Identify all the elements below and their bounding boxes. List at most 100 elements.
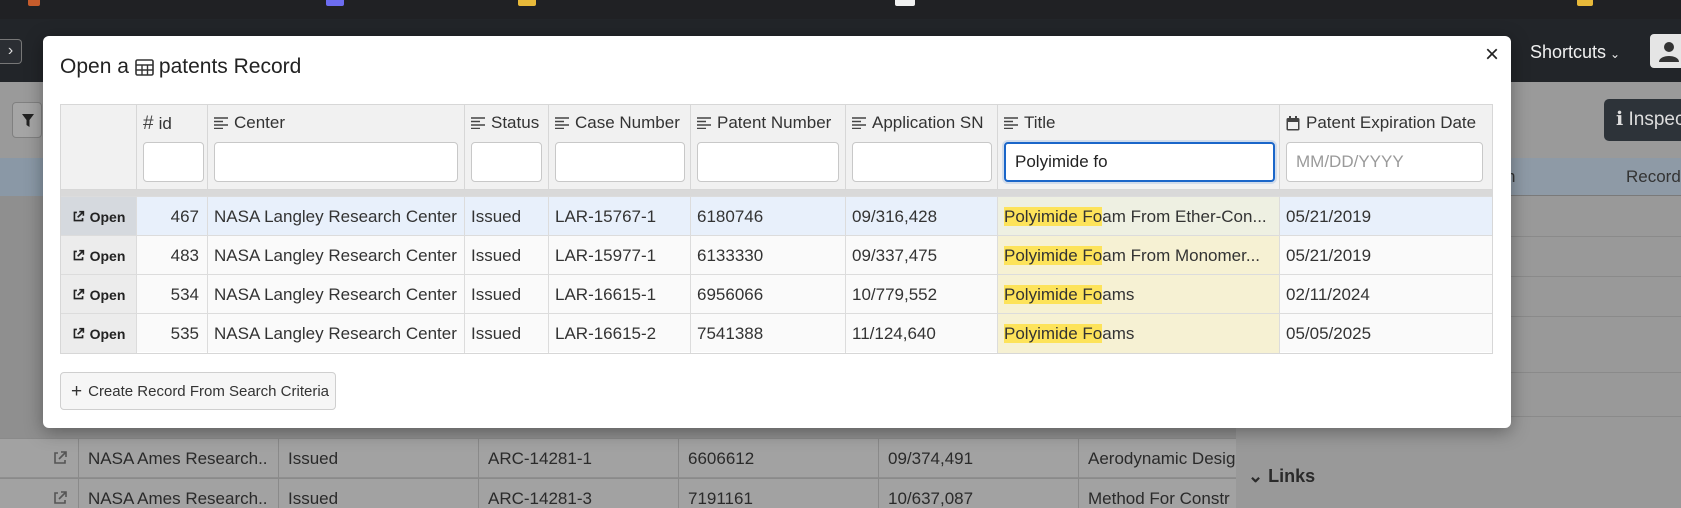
external-link-icon [73, 327, 84, 339]
grid-header: # id Center Status Case Number Patent Num… [61, 105, 1492, 190]
tab-favicon[interactable] [895, 0, 915, 6]
sidebar-toggle-button[interactable]: › [0, 39, 22, 64]
shortcuts-menu[interactable]: Shortcuts ⌄ [1530, 38, 1620, 68]
cell-case-number[interactable]: LAR-15767-1 [548, 197, 690, 236]
filter-input-patent-expiration-date[interactable] [1286, 142, 1483, 182]
divider [678, 439, 679, 478]
table-row[interactable]: Open 467 NASA Langley Research Center Is… [61, 196, 1492, 236]
column-header-patent-number[interactable]: Patent Number [690, 105, 845, 190]
cell-application-sn[interactable]: 09/316,428 [845, 197, 997, 236]
close-icon: × [1484, 41, 1499, 68]
column-header-id[interactable]: # id [136, 105, 207, 190]
cell-status[interactable]: Issued [464, 236, 548, 275]
cell-center[interactable]: NASA Langley Research Center [207, 236, 464, 275]
tab-favicon[interactable] [28, 0, 40, 6]
column-header-case-number[interactable]: Case Number [548, 105, 690, 190]
column-label: # id [143, 113, 172, 135]
links-section-toggle[interactable]: ⌄ Links [1236, 456, 1681, 496]
filter-input-center[interactable] [214, 142, 458, 182]
divider [78, 439, 79, 478]
cell-title[interactable]: Polyimide Foams [997, 314, 1279, 353]
divider [878, 479, 879, 508]
bg-cell-center: NASA Ames Research... [88, 489, 268, 508]
filter-input-case-number[interactable] [555, 142, 685, 182]
background-table-row[interactable]: NASA Ames Research... Issued ARC-14281-1… [0, 438, 1236, 478]
cell-id[interactable]: 535 [136, 314, 207, 353]
external-link-icon[interactable] [52, 490, 68, 506]
cell-center[interactable]: NASA Langley Research Center [207, 275, 464, 314]
tab-favicon[interactable] [518, 0, 536, 6]
cell-expiration-date[interactable]: 05/21/2019 [1279, 236, 1492, 275]
external-link-icon[interactable] [52, 450, 68, 466]
cell-application-sn[interactable]: 09/337,475 [845, 236, 997, 275]
table-row[interactable]: Open 534 NASA Langley Research Center Is… [61, 274, 1492, 314]
cell-case-number[interactable]: LAR-16615-2 [548, 314, 690, 353]
divider [278, 479, 279, 508]
user-menu-button[interactable] [1650, 34, 1681, 68]
bg-cell-patent: 7191161 [688, 489, 753, 508]
external-link-icon [73, 210, 84, 222]
cell-id[interactable]: 534 [136, 275, 207, 314]
cell-status[interactable]: Issued [464, 197, 548, 236]
text-lines-icon [471, 117, 485, 129]
cell-application-sn[interactable]: 11/124,640 [845, 314, 997, 353]
column-header-center[interactable]: Center [207, 105, 464, 190]
cell-case-number[interactable]: LAR-16615-1 [548, 275, 690, 314]
cell-patent-number[interactable]: 6133330 [690, 236, 845, 275]
dialog-title-prefix: Open a [60, 55, 129, 78]
cell-center[interactable]: NASA Langley Research Center [207, 314, 464, 353]
filter-input-application-sn[interactable] [852, 142, 992, 182]
divider [878, 439, 879, 478]
cell-application-sn[interactable]: 10/779,552 [845, 275, 997, 314]
cell-status[interactable]: Issued [464, 275, 548, 314]
cell-id[interactable]: 467 [136, 197, 207, 236]
filter-input-patent-number[interactable] [697, 142, 839, 182]
cell-case-number[interactable]: LAR-15977-1 [548, 236, 690, 275]
cell-center[interactable]: NASA Langley Research Center [207, 197, 464, 236]
create-record-from-search-button[interactable]: + Create Record From Search Criteria [60, 372, 336, 410]
bg-cell-status: Issued [288, 449, 339, 468]
column-label-text: Status [491, 113, 540, 132]
column-header-title[interactable]: Title [997, 105, 1279, 190]
text-lines-icon [852, 117, 866, 129]
cell-patent-number[interactable]: 7541388 [690, 314, 845, 353]
open-record-button[interactable]: Open [61, 314, 136, 353]
tab-favicon[interactable] [326, 0, 344, 6]
filter-button[interactable] [12, 102, 42, 138]
cell-title[interactable]: Polyimide Foam From Monomer... [997, 236, 1279, 275]
calendar-icon [1286, 115, 1300, 130]
column-label-text: Case Number [575, 113, 680, 132]
cell-id[interactable]: 483 [136, 236, 207, 275]
cell-title[interactable]: Polyimide Foam From Ether-Con... [997, 197, 1279, 236]
background-table-row[interactable]: NASA Ames Research... Issued ARC-14281-3… [0, 478, 1236, 508]
filter-input-status[interactable] [471, 142, 542, 182]
close-button[interactable]: × [1479, 42, 1505, 68]
filter-input-id[interactable] [143, 142, 204, 182]
chevron-right-icon: › [7, 42, 14, 59]
cell-expiration-date[interactable]: 05/21/2019 [1279, 197, 1492, 236]
open-record-button[interactable]: Open [61, 197, 136, 236]
inspect-button[interactable]: ℹ Inspec [1604, 99, 1681, 141]
column-label: Case Number [555, 113, 680, 133]
table-row[interactable]: Open 483 NASA Langley Research Center Is… [61, 235, 1492, 275]
cell-title[interactable]: Polyimide Foams [997, 275, 1279, 314]
cell-expiration-date[interactable]: 05/05/2025 [1279, 314, 1492, 353]
filter-input-title[interactable] [1004, 142, 1275, 182]
open-record-button[interactable]: Open [61, 275, 136, 314]
tab-favicon[interactable] [1577, 0, 1593, 6]
search-match-highlight: Polyimide Fo [1004, 207, 1103, 226]
shortcuts-label: Shortcuts [1530, 42, 1607, 62]
table-row[interactable]: Open 535 NASA Langley Research Center Is… [61, 313, 1492, 353]
dialog-title: Open a patents Record [60, 55, 301, 79]
open-record-button[interactable]: Open [61, 236, 136, 275]
search-match-highlight: Polyimide Fo [1004, 324, 1103, 343]
cell-status[interactable]: Issued [464, 314, 548, 353]
column-header-status[interactable]: Status [464, 105, 548, 190]
column-header-patent-expiration-date[interactable]: Patent Expiration Date [1279, 105, 1492, 190]
bg-cell-case: ARC-14281-3 [488, 489, 592, 508]
column-header-application-sn[interactable]: Application SN [845, 105, 997, 190]
open-label: Open [89, 208, 126, 225]
cell-expiration-date[interactable]: 02/11/2024 [1279, 275, 1492, 314]
cell-patent-number[interactable]: 6956066 [690, 275, 845, 314]
cell-patent-number[interactable]: 6180746 [690, 197, 845, 236]
